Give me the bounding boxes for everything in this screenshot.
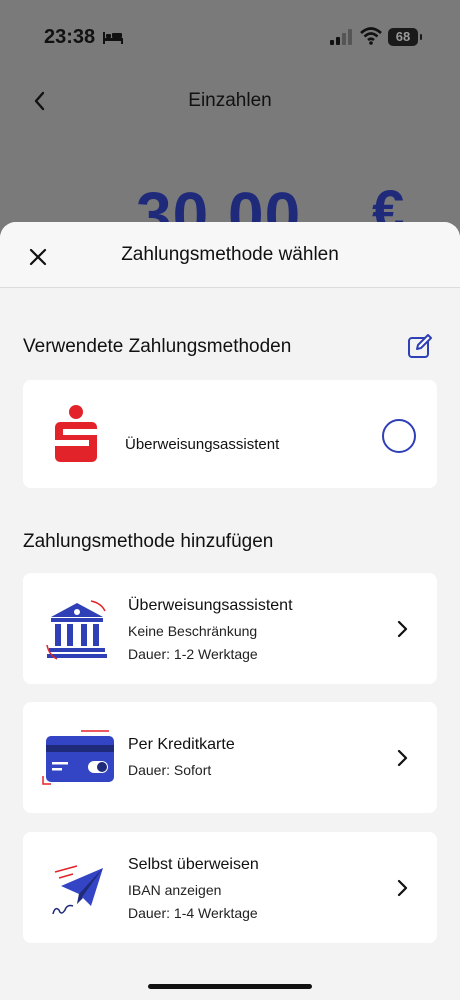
sheet-header: Zahlungsmethode wählen [0,222,460,288]
add-method-self-transfer[interactable]: Selbst überweisen IBAN anzeigen Dauer: 1… [23,832,437,943]
payment-method-sheet: Zahlungsmethode wählen Verwendete Zahlun… [0,222,460,1000]
used-methods-heading: Verwendete Zahlungsmethoden [23,336,292,357]
add-method-transfer-assistant[interactable]: Überweisungsassistent Keine Beschränkung… [23,573,437,684]
paper-plane-icon [52,865,103,915]
page-title: Einzahlen [188,90,272,111]
transfer-assistant-duration: Dauer: 1-2 Werktage [128,646,258,662]
status-bar: 23:38 68 [0,0,460,70]
sparkasse-logo-icon [55,405,97,462]
select-radio-button[interactable] [382,419,416,453]
credit-card-icon [42,730,114,785]
used-method-label: Überweisungsassistent [125,436,280,453]
self-transfer-title: Selbst überweisen [128,856,259,873]
cellular-signal-icon [330,29,352,45]
credit-card-title: Per Kreditkarte [128,736,235,753]
battery-indicator: 68 [388,28,422,46]
add-method-credit-card[interactable]: Per Kreditkarte Dauer: Sofort [23,702,437,813]
edit-icon[interactable] [406,332,434,360]
self-transfer-duration: Dauer: 1-4 Werktage [128,905,258,921]
sleep-bed-icon [103,32,123,44]
sheet-title: Zahlungsmethode wählen [121,244,339,265]
self-transfer-iban: IBAN anzeigen [128,882,222,898]
wifi-icon [360,27,382,45]
chevron-right-icon [397,749,408,767]
status-time: 23:38 [44,26,96,48]
transfer-assistant-limit: Keine Beschränkung [128,623,258,639]
transfer-assistant-title: Überweisungsassistent [128,597,293,614]
chevron-right-icon [397,620,408,638]
battery-level: 68 [395,29,411,44]
chevron-right-icon [397,879,408,897]
add-method-heading: Zahlungsmethode hinzufügen [23,531,274,552]
home-indicator[interactable] [148,984,312,989]
used-method-card[interactable]: Überweisungsassistent [23,380,437,488]
bank-icon [46,600,107,660]
credit-card-duration: Dauer: Sofort [128,762,212,778]
